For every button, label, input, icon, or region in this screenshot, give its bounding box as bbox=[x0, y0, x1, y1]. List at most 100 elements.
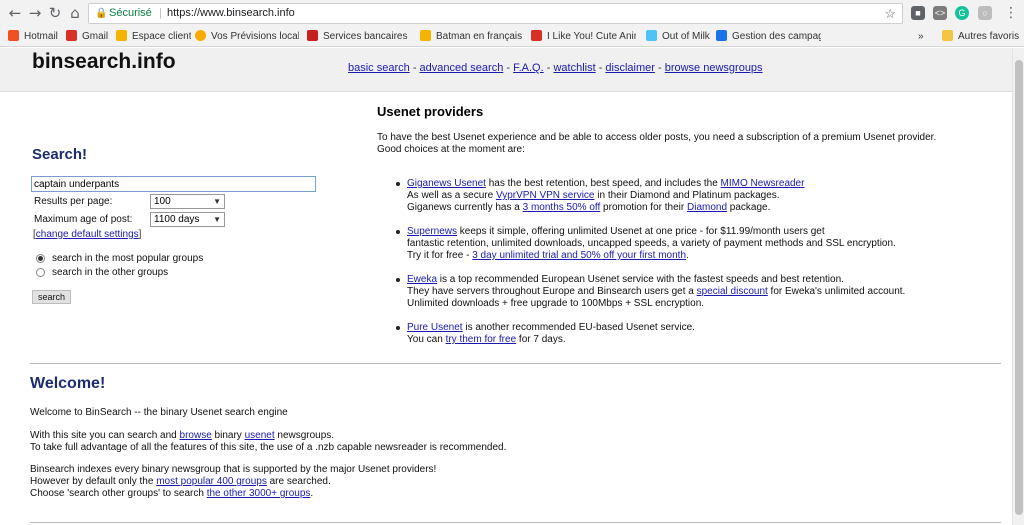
max-age-value: 1100 days bbox=[154, 214, 200, 225]
results-per-page-select[interactable]: 100 ▼ bbox=[150, 194, 225, 209]
reload-icon[interactable]: ↻ bbox=[46, 4, 64, 22]
eweka-link[interactable]: Eweka bbox=[407, 274, 437, 285]
extension-grammarly-icon[interactable]: G bbox=[955, 6, 969, 20]
site-logo[interactable]: binsearch.info bbox=[32, 50, 176, 74]
back-icon[interactable]: ← bbox=[6, 4, 24, 22]
giganews-promo-link[interactable]: 3 months 50% off bbox=[523, 202, 601, 213]
giganews-link[interactable]: Giganews Usenet bbox=[407, 178, 486, 189]
bullet-icon bbox=[396, 278, 400, 282]
forward-icon[interactable]: → bbox=[26, 4, 44, 22]
provider-pure-usenet: Pure Usenet is another recommended EU-ba… bbox=[407, 322, 695, 345]
bookmarks-overflow-button[interactable]: » bbox=[918, 30, 924, 44]
pure-usenet-try-link[interactable]: try them for free bbox=[446, 334, 517, 345]
max-age-label: Maximum age of post: bbox=[34, 214, 133, 225]
pure-usenet-link[interactable]: Pure Usenet bbox=[407, 322, 463, 333]
top-navigation: basic search - advanced search - F.A.Q. … bbox=[348, 62, 763, 74]
address-bar[interactable]: 🔒 Sécurisé | https://www.binsearch.info … bbox=[88, 3, 903, 24]
bookmark-star-icon[interactable]: ☆ bbox=[884, 4, 896, 23]
bookmark-i-like-you[interactable]: I Like You! Cute Anim bbox=[531, 30, 636, 44]
bank-icon bbox=[307, 30, 318, 41]
nav-browse-newsgroups[interactable]: browse newsgroups bbox=[665, 62, 763, 74]
mimo-newsreader-link[interactable]: MIMO Newsreader bbox=[721, 178, 805, 189]
nav-separator: - bbox=[595, 62, 606, 74]
secure-label: Sécurisé bbox=[109, 7, 152, 19]
nav-separator: - bbox=[503, 62, 514, 74]
search-button[interactable]: search bbox=[32, 290, 71, 304]
dropdown-arrow-icon: ▼ bbox=[213, 197, 221, 206]
radio-popular-groups[interactable] bbox=[36, 254, 45, 263]
section-divider bbox=[30, 363, 1001, 364]
usenet-link[interactable]: usenet bbox=[245, 430, 275, 441]
bookmark-autres-favoris[interactable]: Autres favoris bbox=[942, 30, 1019, 44]
radio-popular-label: search in the most popular groups bbox=[52, 253, 204, 264]
change-settings-wrapper: [change default settings] bbox=[33, 229, 141, 240]
providers-intro: To have the best Usenet experience and b… bbox=[377, 132, 977, 156]
adwords-icon bbox=[716, 30, 727, 41]
bullet-icon bbox=[396, 230, 400, 234]
nav-watchlist[interactable]: watchlist bbox=[553, 62, 595, 74]
page-content: binsearch.info basic search - advanced s… bbox=[0, 48, 1012, 525]
page-scrollbar[interactable] bbox=[1012, 48, 1024, 525]
browser-toolbar: ← → ↻ ⌂ 🔒 Sécurisé | https://www.binsear… bbox=[0, 0, 1024, 27]
batman-icon bbox=[420, 30, 431, 41]
bookmark-espace-client[interactable]: Espace client bbox=[116, 30, 191, 44]
popular-groups-link[interactable]: most popular 400 groups bbox=[156, 476, 267, 487]
address-separator: | bbox=[159, 7, 162, 19]
weather-icon bbox=[195, 30, 206, 41]
folder-icon bbox=[942, 30, 953, 41]
extension-code-icon[interactable]: <> bbox=[933, 6, 947, 20]
youtube-icon bbox=[531, 30, 542, 41]
bullet-icon bbox=[396, 326, 400, 330]
provider-supernews: Supernews keeps it simple, offering unli… bbox=[407, 226, 896, 261]
home-icon[interactable]: ⌂ bbox=[66, 4, 84, 22]
nav-separator: - bbox=[409, 62, 420, 74]
other-groups-link[interactable]: the other 3000+ groups bbox=[207, 488, 311, 499]
browse-link[interactable]: browse bbox=[180, 430, 212, 441]
browser-menu-icon[interactable]: ⋮ bbox=[1004, 4, 1018, 22]
bullet-icon bbox=[396, 182, 400, 186]
nav-advanced-search[interactable]: advanced search bbox=[420, 62, 504, 74]
extension-pocket-icon[interactable]: ■ bbox=[911, 6, 925, 20]
bookmarks-bar: Hotmail Gmail Espace client Vos Prévisio… bbox=[0, 27, 1024, 47]
bookmark-gestion-campagnes[interactable]: Gestion des campagn bbox=[716, 30, 821, 44]
dropdown-arrow-icon: ▼ bbox=[213, 215, 221, 224]
supernews-trial-link[interactable]: 3 day unlimited trial and 50% off your f… bbox=[472, 250, 686, 261]
welcome-paragraph: With this site you can search and browse… bbox=[30, 430, 507, 453]
nav-basic-search[interactable]: basic search bbox=[348, 62, 410, 74]
bookmark-gmail[interactable]: Gmail bbox=[66, 30, 108, 44]
provider-eweka: Eweka is a top recommended European Usen… bbox=[407, 274, 906, 309]
nav-separator: - bbox=[654, 62, 665, 74]
bookmark-previsions[interactable]: Vos Prévisions locales bbox=[195, 30, 299, 44]
welcome-paragraph: Binsearch indexes every binary newsgroup… bbox=[30, 464, 437, 499]
search-title: Search! bbox=[32, 146, 88, 163]
nav-disclaimer[interactable]: disclaimer bbox=[605, 62, 655, 74]
radio-other-label: search in the other groups bbox=[52, 267, 169, 278]
section-divider bbox=[30, 522, 1001, 523]
espace-client-icon bbox=[116, 30, 127, 41]
site-header: binsearch.info basic search - advanced s… bbox=[0, 48, 1012, 92]
milk-icon bbox=[646, 30, 657, 41]
hotmail-icon bbox=[8, 30, 19, 41]
search-input[interactable] bbox=[31, 176, 316, 192]
providers-intro-line: Good choices at the moment are: bbox=[377, 144, 525, 155]
bookmark-out-of-milk[interactable]: Out of Milk bbox=[646, 30, 710, 44]
bookmark-services-bancaires[interactable]: Services bancaires pe bbox=[307, 30, 410, 44]
gmail-icon bbox=[66, 30, 77, 41]
bookmark-hotmail[interactable]: Hotmail bbox=[8, 30, 58, 44]
supernews-link[interactable]: Supernews bbox=[407, 226, 457, 237]
nav-separator: - bbox=[543, 62, 554, 74]
url-text[interactable]: https://www.binsearch.info bbox=[167, 4, 295, 23]
diamond-link[interactable]: Diamond bbox=[687, 202, 727, 213]
bookmark-batman[interactable]: Batman en français o bbox=[420, 30, 522, 44]
change-default-settings-link[interactable]: change default settings bbox=[36, 229, 139, 240]
max-age-select[interactable]: 1100 days ▼ bbox=[150, 212, 225, 227]
radio-other-groups[interactable] bbox=[36, 268, 45, 277]
eweka-discount-link[interactable]: special discount bbox=[697, 286, 768, 297]
nav-faq[interactable]: F.A.Q. bbox=[513, 62, 544, 74]
lock-icon: 🔒 bbox=[95, 8, 108, 19]
scrollbar-thumb[interactable] bbox=[1015, 60, 1023, 515]
extension-shield-icon[interactable]: ○ bbox=[978, 6, 992, 20]
provider-giganews: Giganews Usenet has the best retention, … bbox=[407, 178, 805, 213]
vyprvpn-link[interactable]: VyprVPN VPN service bbox=[496, 190, 595, 201]
providers-title: Usenet providers bbox=[377, 104, 484, 119]
